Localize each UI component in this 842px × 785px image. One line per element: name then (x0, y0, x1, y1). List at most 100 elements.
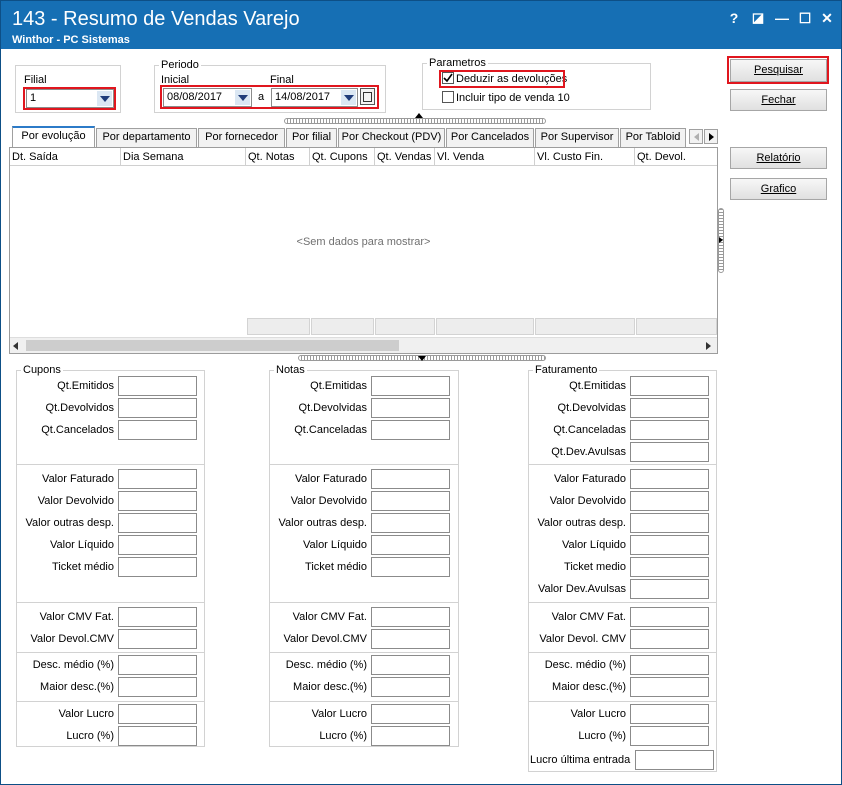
tab-por-departamento[interactable]: Por departamento (96, 128, 197, 147)
tab-scroll-left[interactable] (689, 129, 703, 144)
maximize-icon[interactable]: ☐ (796, 9, 814, 27)
incluir-venda-10-label[interactable]: Incluir tipo de venda 10 (456, 91, 570, 105)
notas-label: Valor CMV Fat. (292, 611, 367, 623)
faturamento-field[interactable] (630, 677, 709, 697)
incluir-venda-10-checkbox[interactable] (442, 91, 454, 103)
faturamento-field[interactable] (630, 557, 709, 577)
notas-field[interactable] (371, 629, 450, 649)
notas-field[interactable] (371, 491, 450, 511)
faturamento-field[interactable] (630, 704, 709, 724)
notas-field[interactable] (371, 655, 450, 675)
notas-field[interactable] (371, 607, 450, 627)
cupons-field[interactable] (118, 726, 197, 746)
chevron-right-icon (709, 133, 714, 141)
col-qt-devol[interactable]: Qt. Devol. (637, 151, 686, 163)
chevron-up-icon[interactable] (415, 113, 423, 118)
tab-por-fornecedor[interactable]: Por fornecedor (198, 128, 285, 147)
cupons-field[interactable] (118, 655, 197, 675)
notas-field[interactable] (371, 513, 450, 533)
cupons-label: Valor CMV Fat. (39, 611, 114, 623)
cupons-field[interactable] (118, 677, 197, 697)
chevron-right-icon[interactable] (706, 342, 711, 350)
cupons-field[interactable] (118, 420, 197, 440)
cupons-label: Valor Líquido (49, 539, 114, 551)
cupons-field[interactable] (118, 704, 197, 724)
panel-divider (16, 701, 205, 702)
faturamento-field[interactable] (630, 442, 709, 462)
notas-label: Valor Faturado (295, 473, 367, 485)
faturamento-field[interactable] (630, 579, 709, 599)
col-dia-semana[interactable]: Dia Semana (123, 151, 184, 163)
col-vl-venda[interactable]: Vl. Venda (437, 151, 484, 163)
tab-por-evolucao[interactable]: Por evolução (12, 126, 95, 147)
faturamento-field[interactable] (630, 376, 709, 396)
data-grid[interactable]: Dt. Saída Dia Semana Qt. Notas Qt. Cupon… (9, 147, 718, 354)
notas-label: Qt.Devolvidas (298, 402, 367, 414)
panel-divider (16, 464, 205, 465)
col-vl-custo-fin[interactable]: Vl. Custo Fin. (537, 151, 603, 163)
tab-scroll-right[interactable] (704, 129, 718, 144)
notas-field[interactable] (371, 677, 450, 697)
faturamento-field[interactable] (630, 655, 709, 675)
panel-divider (528, 701, 717, 702)
cupons-field[interactable] (118, 491, 197, 511)
notas-field[interactable] (371, 420, 450, 440)
highlight-deduzir (439, 70, 565, 88)
chevron-right-icon[interactable] (719, 237, 723, 243)
faturamento-field[interactable] (630, 469, 709, 489)
horizontal-scrollbar[interactable] (10, 337, 717, 353)
tab-por-cancelados[interactable]: Por Cancelados (446, 128, 534, 147)
tab-por-supervisor[interactable]: Por Supervisor (535, 128, 619, 147)
cupons-field[interactable] (118, 469, 197, 489)
cupons-field[interactable] (118, 376, 197, 396)
notas-field[interactable] (371, 398, 450, 418)
grafico-button[interactable]: Grafico (730, 178, 827, 200)
notas-field[interactable] (371, 557, 450, 577)
fechar-button[interactable]: Fechar (730, 89, 827, 111)
faturamento-label: Valor Líquido (561, 539, 626, 551)
cupons-field[interactable] (118, 557, 197, 577)
faturamento-field[interactable] (630, 513, 709, 533)
notas-field[interactable] (371, 376, 450, 396)
col-dt-saida[interactable]: Dt. Saída (12, 151, 58, 163)
tab-por-tabloid[interactable]: Por Tabloid (620, 128, 686, 147)
chevron-down-icon[interactable] (418, 356, 426, 361)
panel-divider (16, 652, 205, 653)
chevron-left-icon[interactable] (13, 342, 18, 350)
tab-por-checkout[interactable]: Por Checkout (PDV) (338, 128, 445, 147)
faturamento-field[interactable] (630, 420, 709, 440)
faturamento-field[interactable] (630, 607, 709, 627)
notas-label: Lucro (%) (319, 730, 367, 742)
close-icon[interactable]: ✕ (818, 9, 836, 27)
col-qt-cupons[interactable]: Qt. Cupons (312, 151, 368, 163)
cupons-field[interactable] (118, 629, 197, 649)
layout-icon[interactable]: ◪ (749, 9, 767, 27)
faturamento-field[interactable] (635, 750, 714, 770)
faturamento-field[interactable] (630, 491, 709, 511)
faturamento-label: Valor CMV Fat. (551, 611, 626, 623)
relatorio-button[interactable]: Relatório (730, 147, 827, 169)
scrollbar-thumb[interactable] (26, 340, 399, 351)
faturamento-field[interactable] (630, 726, 709, 746)
cupons-field[interactable] (118, 535, 197, 555)
minimize-icon[interactable]: — (773, 9, 791, 27)
notas-label: Valor outras desp. (278, 517, 367, 529)
faturamento-field[interactable] (630, 535, 709, 555)
col-qt-notas[interactable]: Qt. Notas (248, 151, 294, 163)
cupons-field[interactable] (118, 398, 197, 418)
cupons-legend: Cupons (21, 364, 63, 376)
faturamento-field[interactable] (630, 629, 709, 649)
col-qt-vendas[interactable]: Qt. Vendas (377, 151, 431, 163)
notas-field[interactable] (371, 704, 450, 724)
notas-field[interactable] (371, 535, 450, 555)
notas-field[interactable] (371, 726, 450, 746)
cupons-field[interactable] (118, 607, 197, 627)
notas-label: Valor Devolvido (290, 495, 367, 507)
tab-por-filial[interactable]: Por filial (286, 128, 337, 147)
window-subtitle: Winthor - PC Sistemas (12, 34, 130, 46)
top-splitter[interactable] (284, 118, 546, 124)
help-icon[interactable]: ? (725, 9, 743, 27)
cupons-field[interactable] (118, 513, 197, 533)
notas-field[interactable] (371, 469, 450, 489)
faturamento-field[interactable] (630, 398, 709, 418)
